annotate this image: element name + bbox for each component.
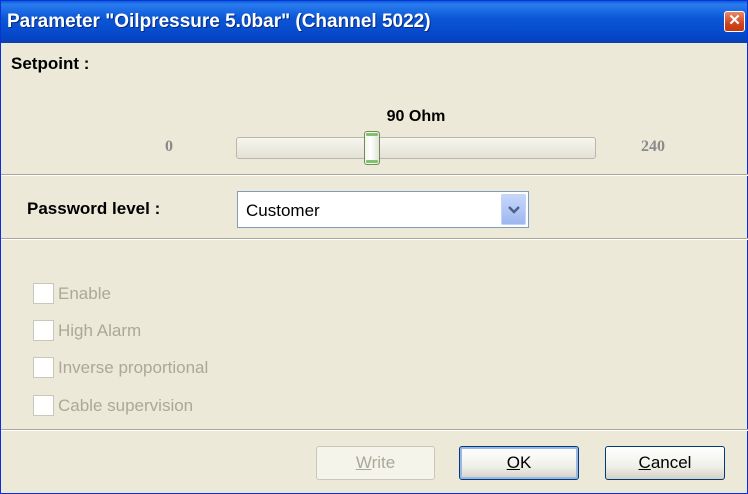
inverse-proportional-checkbox[interactable] bbox=[33, 357, 54, 378]
setpoint-slider-track[interactable] bbox=[236, 137, 596, 159]
write-button[interactable]: Write bbox=[316, 446, 435, 480]
setpoint-slider-thumb[interactable] bbox=[364, 131, 380, 165]
slider-min-label: 0 bbox=[165, 138, 173, 155]
select-dropdown-button[interactable] bbox=[501, 194, 526, 225]
enable-label: Enable bbox=[58, 284, 111, 303]
inverse-proportional-label: Inverse proportional bbox=[58, 358, 209, 377]
cable-supervision-checkbox[interactable] bbox=[33, 395, 54, 416]
divider-top bbox=[1, 174, 748, 176]
enable-checkbox[interactable] bbox=[33, 283, 54, 304]
parameter-dialog: Parameter "Oilpressure 5.0bar" (Channel … bbox=[0, 0, 748, 494]
setpoint-label: Setpoint : bbox=[11, 54, 90, 73]
password-level-value: Customer bbox=[246, 201, 320, 220]
slider-max-label: 240 bbox=[641, 138, 665, 155]
cancel-button[interactable]: Cancel bbox=[605, 446, 725, 480]
close-icon: ✕ bbox=[728, 12, 741, 29]
write-label-rest: rite bbox=[371, 453, 396, 472]
chevron-down-icon bbox=[508, 203, 520, 215]
cancel-mnemonic: C bbox=[638, 453, 651, 472]
divider-bottom bbox=[1, 429, 748, 431]
ok-mnemonic: O bbox=[506, 453, 520, 472]
cancel-label-rest: ancel bbox=[650, 453, 692, 472]
title-bar[interactable]: Parameter "Oilpressure 5.0bar" (Channel … bbox=[1, 1, 747, 43]
cable-supervision-label: Cable supervision bbox=[58, 396, 194, 415]
high-alarm-checkbox[interactable] bbox=[33, 320, 54, 341]
ok-button[interactable]: OK bbox=[459, 446, 579, 480]
password-level-label: Password level : bbox=[27, 199, 161, 218]
ok-label-rest: K bbox=[519, 453, 532, 472]
password-level-select[interactable]: Customer bbox=[237, 191, 529, 228]
write-mnemonic: W bbox=[355, 453, 372, 472]
setpoint-value-label: 90 Ohm bbox=[386, 108, 446, 125]
divider-middle bbox=[1, 238, 748, 240]
high-alarm-label: High Alarm bbox=[58, 321, 142, 340]
window-title: Parameter "Oilpressure 5.0bar" (Channel … bbox=[7, 11, 431, 32]
close-button[interactable]: ✕ bbox=[724, 11, 745, 32]
